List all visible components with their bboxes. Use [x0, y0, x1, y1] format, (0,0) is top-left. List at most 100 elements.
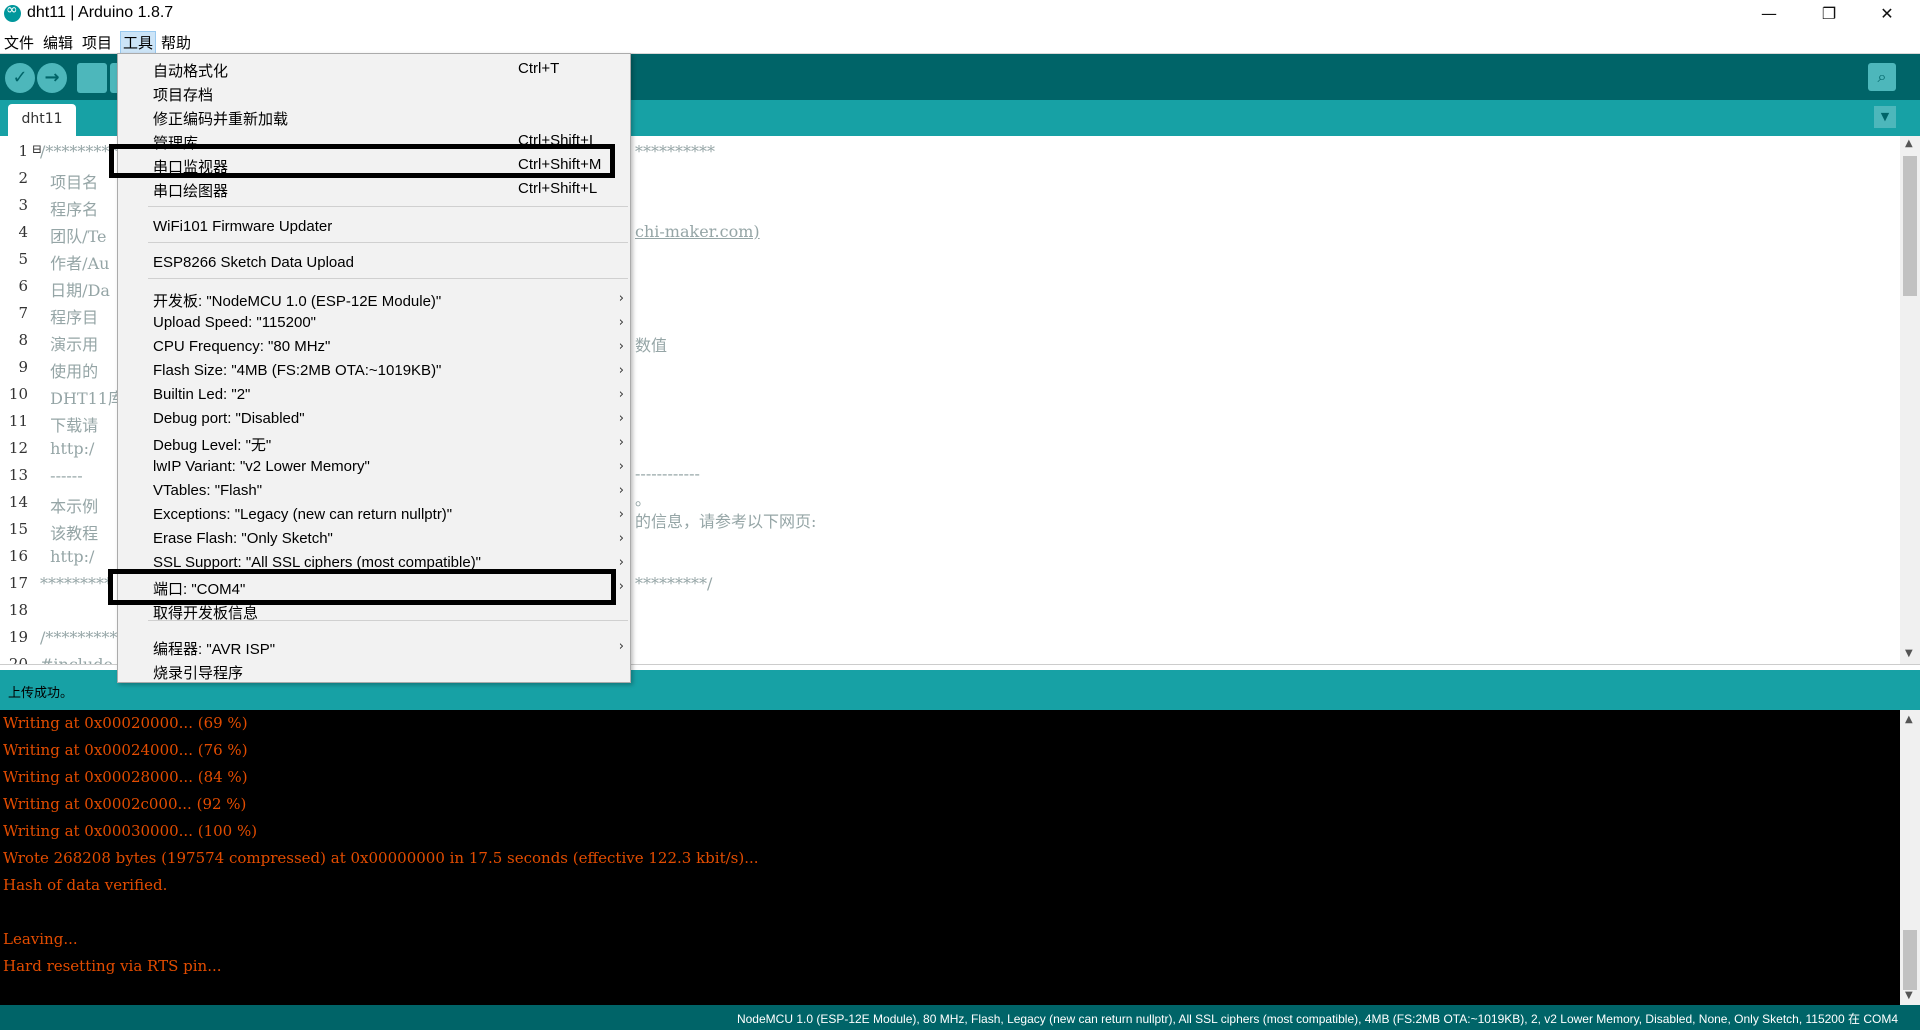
tab-dht11[interactable]: dht11	[8, 104, 76, 136]
tab-menu-button[interactable]: ▼	[1874, 106, 1896, 128]
editor-scrollbar[interactable]: ▲ ▼	[1900, 136, 1920, 664]
menu-item[interactable]: WiFi101 Firmware Updater	[118, 218, 630, 240]
code-line: 下载请	[40, 416, 99, 435]
line-number: 9	[18, 358, 28, 376]
submenu-arrow-icon: ›	[618, 339, 624, 354]
scroll-down-icon[interactable]: ▼	[1905, 648, 1913, 659]
menu-item[interactable]: VTables: "Flash" ›	[118, 482, 630, 504]
line-number: 1	[18, 142, 28, 160]
console-line: Writing at 0x0002c000... (92 %)	[3, 795, 247, 813]
menu-item[interactable]: Flash Size: "4MB (FS:2MB OTA:~1019KB)" ›	[118, 362, 630, 384]
menu-help[interactable]: 帮助	[159, 32, 193, 53]
code-fragment: 数值	[635, 336, 668, 355]
restore-button[interactable]: ❐	[1806, 0, 1852, 28]
serial-monitor-button[interactable]: ⌕	[1868, 63, 1896, 91]
editor-scroll-thumb[interactable]	[1903, 156, 1917, 296]
line-number: 7	[18, 304, 28, 322]
submenu-arrow-icon: ›	[618, 387, 624, 402]
code-line: 作者/Au	[40, 254, 110, 273]
verify-button[interactable]: ✓	[5, 63, 35, 93]
window-title: dht11 | Arduino 1.8.7	[27, 4, 174, 21]
line-number-gutter: 1 2 3 4 5 6 7 8 9 10 11 12 13 14 15 16 17 18 19 20 ⊟	[0, 136, 42, 664]
code-line: 演示用	[40, 335, 99, 354]
submenu-arrow-icon: ›	[618, 507, 624, 522]
submenu-arrow-icon: ›	[618, 459, 624, 474]
submenu-arrow-icon: ›	[618, 315, 624, 330]
menu-edit[interactable]: 编辑	[41, 32, 75, 53]
scroll-up-icon[interactable]: ▲	[1905, 714, 1913, 725]
line-number: 2	[18, 169, 28, 187]
menu-item[interactable]: Exceptions: "Legacy (new can return null…	[118, 506, 630, 528]
menu-item-label: WiFi101 Firmware Updater	[153, 218, 333, 235]
console-line: Writing at 0x00020000... (69 %)	[3, 714, 248, 732]
line-number: 16	[8, 547, 28, 565]
code-line: 程序目	[40, 308, 99, 327]
code-line: 使用的	[40, 362, 99, 381]
menu-item[interactable]: lwIP Variant: "v2 Lower Memory" ›	[118, 458, 630, 480]
line-number: 8	[18, 331, 28, 349]
line-number: 4	[18, 223, 28, 241]
menu-item-label: 修正编码并重新加载	[153, 111, 289, 128]
close-button[interactable]: ✕	[1864, 0, 1910, 28]
line-number: 3	[18, 196, 28, 214]
menu-item[interactable]: Erase Flash: "Only Sketch" ›	[118, 530, 630, 552]
menu-item-label: Debug Level: "无"	[153, 437, 272, 454]
submenu-arrow-icon: ›	[618, 363, 624, 378]
menu-item[interactable]: 烧录引导程序	[118, 662, 630, 684]
status-message: 上传成功。	[8, 686, 74, 701]
code-line: 日期/Da	[40, 281, 110, 300]
menu-item[interactable]: 开发板: "NodeMCU 1.0 (ESP-12E Module)" ›	[118, 290, 630, 312]
menu-separator	[148, 620, 628, 621]
line-number: 11	[8, 412, 28, 430]
menu-item-label: 自动格式化	[153, 63, 229, 80]
code-link-fragment: chi-maker.com)	[635, 222, 760, 241]
code-line: DHT11库	[40, 389, 124, 408]
code-fragment: 的信息，请参考以下网页:	[635, 512, 817, 531]
submenu-arrow-icon: ›	[618, 411, 624, 426]
console-line: Writing at 0x00030000... (100 %)	[3, 822, 258, 840]
minimize-button[interactable]: —	[1746, 0, 1792, 28]
menu-item-label: 编程器: "AVR ISP"	[153, 641, 276, 658]
submenu-arrow-icon: ›	[618, 435, 624, 450]
menu-item[interactable]: Builtin Led: "2" ›	[118, 386, 630, 408]
code-line: 该教程	[40, 524, 99, 543]
code-fragment: 。	[635, 490, 652, 509]
console-scrollbar[interactable]: ▲ ▼	[1900, 710, 1920, 1005]
menu-item[interactable]: Upload Speed: "115200" ›	[118, 314, 630, 336]
menu-item[interactable]: CPU Frequency: "80 MHz" ›	[118, 338, 630, 360]
menu-item[interactable]: 项目存档	[118, 84, 630, 106]
title-bar: dht11 | Arduino 1.8.7 — ❐ ✕	[0, 0, 1920, 28]
upload-button[interactable]: →	[37, 63, 67, 93]
menu-item[interactable]: Debug Level: "无" ›	[118, 434, 630, 456]
new-button[interactable]	[77, 63, 107, 93]
port-highlight	[108, 569, 616, 605]
code-line: 团队/Te	[40, 227, 107, 246]
arduino-logo-icon	[4, 2, 21, 22]
console-scroll-thumb[interactable]	[1903, 930, 1917, 990]
scroll-down-icon[interactable]: ▼	[1905, 990, 1913, 1001]
code-line: /*********	[40, 628, 118, 647]
code-line: ------	[40, 466, 83, 485]
scroll-up-icon[interactable]: ▲	[1905, 138, 1913, 149]
submenu-arrow-icon: ›	[618, 291, 624, 306]
menu-item[interactable]: 修正编码并重新加载	[118, 108, 630, 130]
console-output: Writing at 0x00020000... (69 %) Writing a…	[0, 710, 1920, 1005]
board-info-bar: NodeMCU 1.0 (ESP-12E Module), 80 MHz, Fl…	[0, 1005, 1920, 1030]
code-line: http:/	[40, 439, 95, 458]
console-line: Writing at 0x00028000... (84 %)	[3, 768, 248, 786]
menu-tools[interactable]: 工具	[120, 31, 157, 54]
menu-item[interactable]: 自动格式化 Ctrl+T	[118, 60, 630, 82]
menu-sketch[interactable]: 项目	[80, 32, 114, 53]
menu-item-label: 烧录引导程序	[153, 665, 244, 682]
menu-item[interactable]: 串口绘图器 Ctrl+Shift+L	[118, 180, 630, 202]
code-fragment: *********/	[635, 574, 713, 593]
menu-item[interactable]: Debug port: "Disabled" ›	[118, 410, 630, 432]
menu-item[interactable]: ESP8266 Sketch Data Upload	[118, 254, 630, 276]
menu-file[interactable]: 文件	[2, 32, 36, 53]
menu-separator	[148, 242, 628, 243]
menu-item-label: Builtin Led: "2"	[153, 386, 251, 403]
line-number: 6	[18, 277, 28, 295]
code-line: 项目名	[40, 173, 99, 192]
menu-item[interactable]: 编程器: "AVR ISP" ›	[118, 638, 630, 660]
submenu-arrow-icon: ›	[618, 483, 624, 498]
